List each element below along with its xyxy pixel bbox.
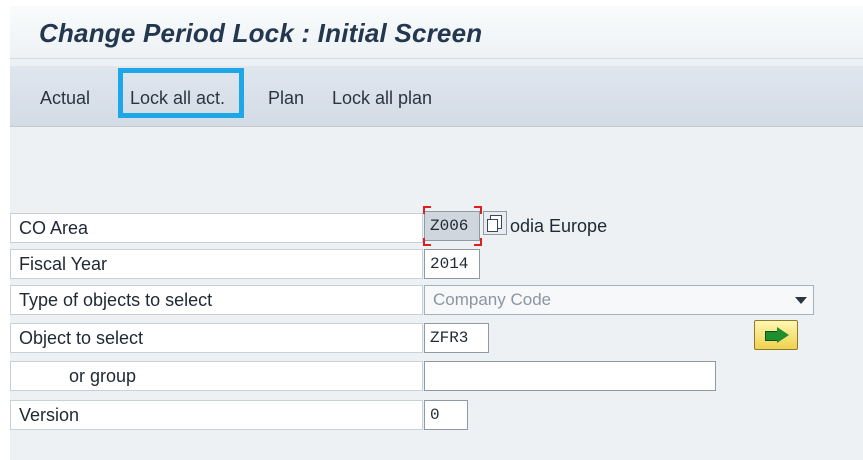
type-objects-value: Company Code: [433, 290, 552, 309]
focus-corner: [474, 206, 482, 214]
toolbar-lock-all-act[interactable]: Lock all act.: [130, 88, 225, 109]
application-toolbar: Actual Lock all act. Plan Lock all plan: [10, 66, 863, 127]
version-field[interactable]: 0: [424, 400, 468, 430]
co-area-description: odia Europe: [510, 216, 608, 236]
toolbar-plan[interactable]: Plan: [268, 88, 304, 109]
fiscal-year-label: Fiscal Year: [10, 249, 423, 279]
title-bar: Change Period Lock : Initial Screen: [10, 6, 863, 59]
co-area-label: CO Area: [10, 213, 423, 243]
toolbar-actual[interactable]: Actual: [40, 88, 90, 109]
focus-corner: [423, 206, 431, 214]
page-title: Change Period Lock : Initial Screen: [39, 18, 483, 48]
fiscal-year-field[interactable]: 2014: [424, 249, 480, 279]
toolbar-lock-all-plan[interactable]: Lock all plan: [332, 88, 432, 109]
type-objects-select[interactable]: Company Code: [424, 285, 814, 315]
type-objects-label: Type of objects to select: [10, 285, 423, 315]
focus-corner: [474, 238, 482, 246]
co-area-field[interactable]: Z006: [424, 211, 480, 241]
dropdown-arrow-icon[interactable]: [795, 297, 807, 304]
object-select-field[interactable]: ZFR3: [424, 323, 489, 353]
copy-icon[interactable]: [483, 211, 507, 235]
focus-corner: [423, 238, 431, 246]
execute-arrow-icon[interactable]: [754, 320, 798, 350]
group-field[interactable]: [424, 361, 716, 391]
object-select-label: Object to select: [10, 323, 423, 353]
group-label: or group: [10, 361, 423, 391]
version-label: Version: [10, 400, 423, 430]
